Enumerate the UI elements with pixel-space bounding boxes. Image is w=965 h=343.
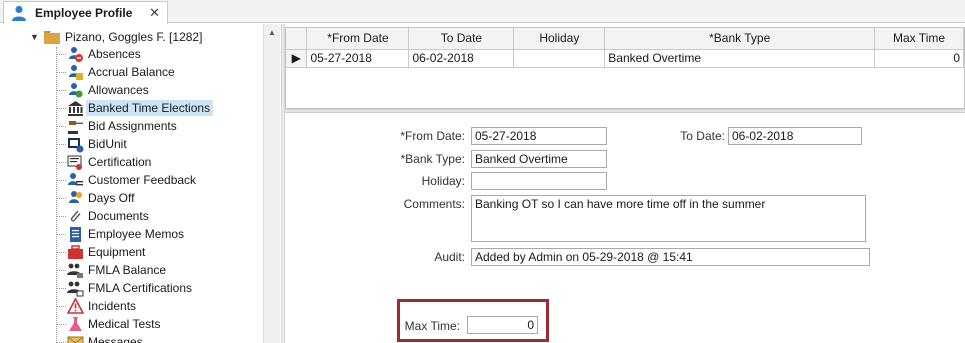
gavel-icon bbox=[68, 120, 83, 134]
absences-icon bbox=[69, 46, 83, 62]
tab-strip: Employee Profile ✕ bbox=[0, 0, 965, 24]
tree-item-label: Employee Memos bbox=[88, 227, 185, 241]
tree-item-label: BidUnit bbox=[88, 137, 127, 151]
cell-from-date[interactable]: 05-27-2018 bbox=[306, 49, 410, 68]
tree-item-label: Absences bbox=[88, 47, 141, 61]
column-header-bank-type[interactable]: *Bank Type bbox=[604, 28, 876, 50]
certificate-icon bbox=[67, 155, 82, 170]
holiday-label: Holiday: bbox=[421, 174, 465, 188]
tree-item-label: FMLA Certifications bbox=[88, 281, 193, 295]
tree-item-days-off[interactable]: Days Off bbox=[56, 189, 137, 207]
holiday-field[interactable] bbox=[471, 172, 607, 190]
tree-item-customer-feedback[interactable]: Customer Feedback bbox=[56, 171, 199, 189]
app-window: Employee Profile ✕ ▼ Pizano, Goggles F. … bbox=[0, 0, 965, 343]
tree-item-banked-time-elections[interactable]: Banked Time Elections bbox=[56, 99, 214, 117]
column-header-from-date[interactable]: *From Date bbox=[306, 28, 410, 50]
cell-max-time[interactable]: 0 bbox=[874, 49, 964, 68]
max-time-field[interactable]: 0 bbox=[467, 316, 538, 334]
tree-item-equipment[interactable]: Equipment bbox=[56, 243, 148, 261]
bank-icon bbox=[68, 100, 83, 116]
cell-bank-type[interactable]: Banked Overtime bbox=[604, 49, 876, 68]
person-icon bbox=[12, 5, 26, 21]
memo-icon bbox=[70, 226, 81, 242]
tree-item-accrual-balance[interactable]: Accrual Balance bbox=[56, 63, 178, 81]
navigation-tree: ▼ Pizano, Goggles F. [1282] Absences Acc… bbox=[0, 24, 263, 343]
tree-item-label: Allowances bbox=[88, 83, 149, 97]
cell-to-date[interactable]: 06-02-2018 bbox=[408, 49, 515, 68]
tree-item-label: Banked Time Elections bbox=[86, 100, 214, 116]
to-date-field[interactable]: 06-02-2018 bbox=[728, 127, 862, 145]
tree-item-label: FMLA Balance bbox=[88, 263, 167, 277]
bank-type-label: *Bank Type: bbox=[400, 152, 466, 166]
tree-item-label: Customer Feedback bbox=[88, 173, 197, 187]
tree-item-label: Bid Assignments bbox=[88, 119, 177, 133]
comments-label: Comments: bbox=[403, 197, 465, 211]
tree-item-label: Certification bbox=[88, 155, 152, 169]
allowances-icon bbox=[69, 82, 83, 97]
tree-item-label: Days Off bbox=[88, 191, 135, 205]
bidunit-icon bbox=[68, 137, 84, 152]
from-date-label: *From Date: bbox=[400, 129, 465, 143]
tree-item-employee-memos[interactable]: Employee Memos bbox=[56, 225, 187, 243]
column-header-max-time[interactable]: Max Time bbox=[874, 28, 964, 50]
current-row-indicator-icon: ▶ bbox=[286, 49, 308, 68]
tree-item-label: Accrual Balance bbox=[88, 65, 175, 79]
max-time-label: Max Time: bbox=[404, 319, 460, 333]
table-row[interactable]: ▶ 05-27-2018 06-02-2018 Banked Overtime … bbox=[286, 49, 964, 68]
paperclip-icon bbox=[70, 210, 81, 222]
bank-type-select[interactable]: Banked Overtime bbox=[471, 150, 607, 168]
customer-feedback-icon bbox=[68, 172, 83, 185]
tree-item-label: Incidents bbox=[88, 299, 137, 313]
tree-item-bid-assignments[interactable]: Bid Assignments bbox=[56, 117, 180, 135]
tree-scrollbar[interactable]: ▲ bbox=[263, 24, 280, 343]
detail-form: *From Date: 05-27-2018 To Date: 06-02-20… bbox=[285, 113, 965, 343]
scroll-up-arrow-icon[interactable]: ▲ bbox=[264, 24, 280, 41]
column-header-to-date[interactable]: To Date bbox=[408, 28, 515, 50]
flask-icon bbox=[69, 316, 82, 331]
tab-title: Employee Profile bbox=[35, 6, 133, 20]
tree-item-fmla-balance[interactable]: FMLA Balance bbox=[56, 261, 169, 279]
tree-item-label: Messages bbox=[88, 335, 143, 343]
tree-item-label: Equipment bbox=[88, 245, 146, 259]
tree-item-bidunit[interactable]: BidUnit bbox=[56, 135, 130, 153]
chevron-down-icon[interactable]: ▼ bbox=[30, 32, 44, 42]
from-date-field[interactable]: 05-27-2018 bbox=[471, 127, 607, 145]
folder-icon bbox=[44, 30, 60, 44]
tree-item-incidents[interactable]: Incidents bbox=[56, 297, 139, 315]
cell-holiday[interactable] bbox=[513, 49, 606, 68]
tree-item-documents[interactable]: Documents bbox=[56, 207, 152, 225]
comments-textarea[interactable]: Banking OT so I can have more time off i… bbox=[471, 195, 866, 242]
fmla-certifications-icon bbox=[67, 281, 84, 296]
warning-icon bbox=[67, 297, 84, 314]
days-off-icon bbox=[69, 190, 82, 203]
tree-root-label: Pizano, Goggles F. [1282] bbox=[65, 30, 203, 44]
tree-item-absences[interactable]: Absences bbox=[56, 45, 144, 63]
to-date-label: To Date: bbox=[680, 129, 725, 143]
close-icon[interactable]: ✕ bbox=[149, 5, 160, 21]
tree-item-allowances[interactable]: Allowances bbox=[56, 81, 152, 99]
tree-item-certification[interactable]: Certification bbox=[56, 153, 154, 171]
tree-item-messages[interactable]: Messages bbox=[56, 333, 146, 343]
fmla-balance-icon bbox=[67, 263, 83, 278]
tree-root-node[interactable]: ▼ Pizano, Goggles F. [1282] bbox=[30, 28, 202, 46]
tree-item-label: Documents bbox=[88, 209, 149, 223]
tree-item-medical-tests[interactable]: Medical Tests bbox=[56, 315, 163, 333]
envelope-icon bbox=[67, 336, 84, 343]
tab-employee-profile[interactable]: Employee Profile ✕ bbox=[3, 1, 168, 24]
column-header-holiday[interactable]: Holiday bbox=[513, 28, 606, 50]
audit-label: Audit: bbox=[434, 250, 465, 264]
elections-grid: *From Date To Date Holiday *Bank Type Ma… bbox=[285, 27, 965, 109]
tree-item-fmla-certifications[interactable]: FMLA Certifications bbox=[56, 279, 195, 297]
audit-field: Added by Admin on 05-29-2018 @ 15:41 bbox=[471, 248, 870, 266]
accrual-balance-icon bbox=[69, 64, 83, 80]
row-header-corner bbox=[286, 28, 308, 50]
equipment-icon bbox=[68, 244, 83, 259]
tree-item-label: Medical Tests bbox=[88, 317, 161, 331]
